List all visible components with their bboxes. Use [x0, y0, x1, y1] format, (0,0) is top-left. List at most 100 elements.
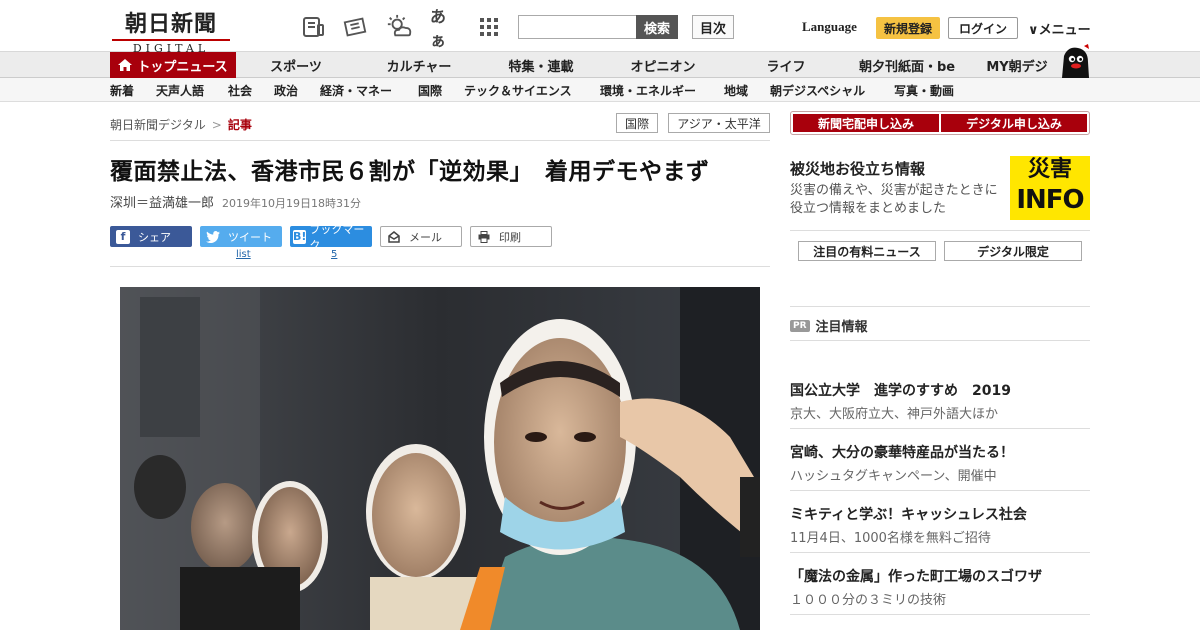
- facebook-share-label: シェア: [138, 230, 171, 244]
- home-icon: [118, 59, 133, 71]
- subnav-international[interactable]: 国際: [418, 78, 442, 102]
- ticket-icon[interactable]: [342, 14, 368, 40]
- divider: [790, 306, 1090, 307]
- article-photo[interactable]: [120, 287, 760, 630]
- print-button[interactable]: 印刷: [470, 226, 552, 247]
- pr-item-subtitle: １０００分の３ミリの技術: [790, 593, 947, 608]
- grid-menu-icon[interactable]: [476, 14, 502, 40]
- hatena-icon: B!: [293, 229, 307, 244]
- facebook-icon: f: [116, 229, 130, 244]
- sub-nav: 新着 天声人語 社会 政治 経済・マネー 国際 テック＆サイエンス 環境・エネル…: [0, 78, 1200, 102]
- twitter-icon: [206, 230, 220, 244]
- twitter-share-button[interactable]: ツイート: [200, 226, 282, 247]
- twitter-count-link[interactable]: list: [236, 249, 251, 260]
- pr-item-title[interactable]: 国公立大学 進学のすすめ 2019: [790, 380, 1011, 400]
- nav-paper[interactable]: 朝夕刊紙面・be: [852, 52, 962, 78]
- divider: [110, 266, 770, 267]
- twitter-share-label: ツイート: [228, 230, 272, 244]
- pr-badge: PR: [790, 319, 810, 332]
- tab-digital-only[interactable]: デジタル限定: [944, 241, 1082, 261]
- disaster-badge-info: INFO: [1016, 185, 1084, 215]
- nav-top-label: トップニュース: [137, 59, 228, 75]
- nav-features[interactable]: 特集・連載: [496, 52, 586, 78]
- facebook-share-button[interactable]: f シェア: [110, 226, 192, 247]
- menu-label: メニュー: [1038, 23, 1091, 38]
- tag-asia-pacific[interactable]: アジア・太平洋: [668, 113, 770, 133]
- toc-button[interactable]: 目次: [692, 15, 734, 39]
- apply-paper-button[interactable]: 新聞宅配申し込み: [793, 114, 939, 132]
- hatena-bookmark-button[interactable]: B! ブックマーク: [290, 223, 372, 252]
- subnav-economy[interactable]: 経済・マネー: [320, 78, 392, 102]
- language-link[interactable]: Language: [802, 19, 857, 35]
- weather-icon[interactable]: [386, 14, 412, 40]
- nav-top-news[interactable]: トップニュース: [110, 52, 236, 78]
- tab-paid-news[interactable]: 注目の有料ニュース: [798, 241, 936, 261]
- search-button[interactable]: 検索: [636, 15, 678, 39]
- divider: [790, 552, 1090, 553]
- newspaper-icon[interactable]: [300, 14, 326, 40]
- byline: 深圳＝益満雄一郎 2019年10月19日18時31分: [110, 192, 361, 211]
- divider: [790, 614, 1090, 615]
- pr-item-subtitle: 11月4日、1000名様を無料ご招待: [790, 531, 991, 546]
- main-nav: トップニュース スポーツ カルチャー 特集・連載 オピニオン ライフ 朝夕刊紙面…: [0, 52, 1200, 78]
- search-input[interactable]: [518, 15, 638, 39]
- author: 深圳＝益満雄一郎: [110, 196, 215, 211]
- subnav-politics[interactable]: 政治: [274, 78, 298, 102]
- breadcrumb-current: 記事: [227, 118, 252, 132]
- breadcrumb: 朝日新聞デジタル > 記事: [110, 116, 252, 133]
- site-header: 朝日新聞 DIGITAL あぁ 検索 目次 Language 新規登録 ログイン…: [0, 0, 1200, 55]
- subnav-region[interactable]: 地域: [724, 78, 748, 102]
- print-label: 印刷: [499, 230, 521, 244]
- subnav-environment[interactable]: 環境・エネルギー: [600, 78, 696, 102]
- nav-sports[interactable]: スポーツ: [256, 52, 336, 78]
- site-logo[interactable]: 朝日新聞 DIGITAL: [112, 6, 230, 55]
- divider: [790, 428, 1090, 429]
- nav-culture[interactable]: カルチャー: [374, 52, 464, 78]
- mascot-icon[interactable]: [1058, 44, 1092, 78]
- pr-heading: PR 注目情報: [790, 316, 868, 335]
- register-button[interactable]: 新規登録: [876, 17, 940, 39]
- tag-international[interactable]: 国際: [616, 113, 658, 133]
- disaster-info-badge[interactable]: 災害 INFO: [1010, 156, 1090, 220]
- subscribe-box: 新聞宅配申し込み デジタル申し込み: [790, 111, 1090, 135]
- font-size-toggle[interactable]: あぁ: [430, 7, 456, 50]
- chevron-down-icon: ∨: [1028, 23, 1039, 38]
- printer-icon: [477, 230, 491, 244]
- mail-share-button[interactable]: メール: [380, 226, 462, 247]
- nav-opinion[interactable]: オピニオン: [618, 52, 708, 78]
- article-headline: 覆面禁止法、香港市民６割が「逆効果」 着用デモやまず: [110, 159, 710, 185]
- nav-life[interactable]: ライフ: [754, 52, 818, 78]
- divider: [790, 230, 1090, 231]
- subnav-photo[interactable]: 写真・動画: [894, 78, 954, 102]
- apply-digital-button[interactable]: デジタル申し込み: [941, 114, 1087, 132]
- protest-photo-illustration: [120, 287, 760, 630]
- mail-label: メール: [409, 230, 442, 244]
- breadcrumb-home[interactable]: 朝日新聞デジタル: [110, 118, 206, 132]
- publish-date: 2019年10月19日18時31分: [222, 197, 361, 210]
- pr-item-title[interactable]: 宮崎、大分の豪華特産品が当たる！: [790, 442, 1014, 462]
- mail-icon: [387, 230, 401, 244]
- pr-heading-label: 注目情報: [815, 320, 868, 335]
- pr-item-title[interactable]: ミキティと学ぶ！キャッシュレス社会: [790, 504, 1027, 524]
- disaster-badge-kanji: 災害: [1027, 157, 1072, 182]
- pr-item-subtitle: ハッシュタグキャンペーン、開催中: [790, 469, 997, 484]
- logo-japanese: 朝日新聞: [124, 11, 217, 37]
- divider: [790, 490, 1090, 491]
- nav-my-asahi[interactable]: MY朝デジ: [982, 52, 1052, 78]
- hatena-label: ブックマーク: [309, 222, 365, 252]
- menu-button[interactable]: ∨メニュー: [1028, 19, 1091, 38]
- breadcrumb-separator: >: [211, 118, 222, 132]
- subnav-special[interactable]: 朝デジスペシャル: [770, 78, 865, 102]
- pr-item-subtitle: 京大、大阪府立大、神戸外語大ほか: [790, 407, 999, 422]
- disaster-info-title[interactable]: 被災地お役立ち情報: [790, 158, 925, 179]
- subnav-tensei[interactable]: 天声人語: [156, 78, 204, 102]
- login-button[interactable]: ログイン: [948, 17, 1018, 39]
- subnav-tech[interactable]: テック＆サイエンス: [464, 78, 572, 102]
- divider: [110, 140, 770, 141]
- disaster-info-description: 災害の備えや、災害が起きたときに役立つ情報をまとめました: [790, 183, 998, 216]
- pr-item-title[interactable]: 「魔法の金属」作った町工場のスゴワザ: [790, 566, 1042, 586]
- subnav-society[interactable]: 社会: [228, 78, 252, 102]
- subnav-new[interactable]: 新着: [110, 78, 134, 102]
- hatena-count-link[interactable]: 5: [331, 249, 337, 260]
- divider: [790, 340, 1090, 341]
